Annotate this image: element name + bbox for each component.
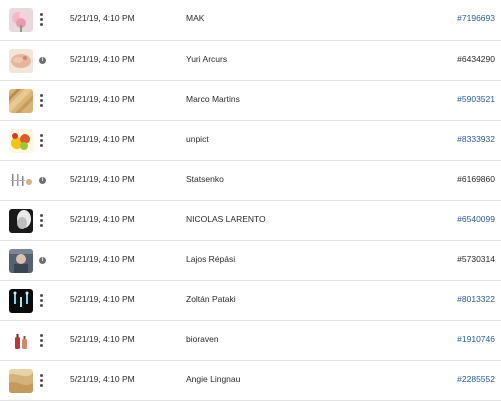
thumbnail-image <box>9 169 33 193</box>
more-options-icon[interactable] <box>39 133 45 149</box>
asset-thumbnail[interactable] <box>9 249 33 273</box>
asset-list: 5/21/19, 4:10 PM MAK #7196693 i 5/21/19,… <box>0 0 501 401</box>
license-date: 5/21/19, 4:10 PM <box>70 134 135 144</box>
asset-thumbnail[interactable] <box>9 209 33 233</box>
table-row[interactable]: 5/21/19, 4:10 PM NICOLAS LARENTO #654009… <box>0 201 501 241</box>
license-date: 5/21/19, 4:10 PM <box>70 13 135 23</box>
license-date: 5/21/19, 4:10 PM <box>70 94 135 104</box>
thumbnail-image <box>9 89 33 113</box>
asset-id: #6434290 <box>457 54 495 64</box>
asset-id-link[interactable]: #8013322 <box>457 294 495 304</box>
table-row[interactable]: i 5/21/19, 4:10 PM Lajos Répási #5730314 <box>0 241 501 281</box>
author-name: Yuri Arcurs <box>186 54 228 64</box>
asset-thumbnail[interactable] <box>9 169 33 193</box>
more-options-icon[interactable] <box>39 333 45 349</box>
info-icon[interactable]: i <box>39 57 46 64</box>
license-date: 5/21/19, 4:10 PM <box>70 334 135 344</box>
author-name: NICOLAS LARENTO <box>186 214 266 224</box>
asset-id-link[interactable]: #1910746 <box>457 334 495 344</box>
thumbnail-image <box>9 249 33 273</box>
license-date: 5/21/19, 4:10 PM <box>70 54 135 64</box>
info-icon[interactable]: i <box>39 257 46 264</box>
author-name: MAK <box>186 13 205 23</box>
license-date: 5/21/19, 4:10 PM <box>70 254 135 264</box>
asset-id-link[interactable]: #2285552 <box>457 374 495 384</box>
asset-id-link[interactable]: #6540099 <box>457 214 495 224</box>
asset-id: #6169860 <box>457 174 495 184</box>
table-row[interactable]: 5/21/19, 4:10 PM unpict #8333932 <box>0 121 501 161</box>
table-row[interactable]: 5/21/19, 4:10 PM MAK #7196693 <box>0 0 501 41</box>
more-options-icon[interactable] <box>39 373 45 389</box>
asset-thumbnail[interactable] <box>9 289 33 313</box>
table-row[interactable]: 5/21/19, 4:10 PM Angie Lingnau #2285552 <box>0 361 501 401</box>
more-options-icon[interactable] <box>39 12 45 28</box>
asset-thumbnail[interactable] <box>9 49 33 73</box>
asset-thumbnail[interactable] <box>9 129 33 153</box>
asset-thumbnail[interactable] <box>9 8 33 32</box>
asset-id-link[interactable]: #5903521 <box>457 94 495 104</box>
license-date: 5/21/19, 4:10 PM <box>70 294 135 304</box>
license-date: 5/21/19, 4:10 PM <box>70 374 135 384</box>
asset-id: #5730314 <box>457 254 495 264</box>
author-name: Zoltán Pataki <box>186 294 236 304</box>
author-name: Lajos Répási <box>186 254 236 264</box>
thumbnail-image <box>9 8 33 32</box>
author-name: Marco Martins <box>186 94 240 104</box>
thumbnail-image <box>9 49 33 73</box>
table-row[interactable]: i 5/21/19, 4:10 PM Statsenko #6169860 <box>0 161 501 201</box>
table-row[interactable]: 5/21/19, 4:10 PM bioraven #1910746 <box>0 321 501 361</box>
thumbnail-image <box>9 369 33 393</box>
asset-thumbnail[interactable] <box>9 329 33 353</box>
thumbnail-image <box>9 209 33 233</box>
asset-id-link[interactable]: #8333932 <box>457 134 495 144</box>
author-name: Angie Lingnau <box>186 374 241 384</box>
license-date: 5/21/19, 4:10 PM <box>70 174 135 184</box>
more-options-icon[interactable] <box>39 213 45 229</box>
more-options-icon[interactable] <box>39 93 45 109</box>
asset-thumbnail[interactable] <box>9 369 33 393</box>
thumbnail-image <box>9 289 33 313</box>
license-date: 5/21/19, 4:10 PM <box>70 214 135 224</box>
author-name: Statsenko <box>186 174 224 184</box>
asset-thumbnail[interactable] <box>9 89 33 113</box>
table-row[interactable]: 5/21/19, 4:10 PM Marco Martins #5903521 <box>0 81 501 121</box>
author-name: bioraven <box>186 334 219 344</box>
more-options-icon[interactable] <box>39 293 45 309</box>
info-icon[interactable]: i <box>39 177 46 184</box>
table-row[interactable]: 5/21/19, 4:10 PM Zoltán Pataki #8013322 <box>0 281 501 321</box>
author-name: unpict <box>186 134 209 144</box>
asset-id-link[interactable]: #7196693 <box>457 13 495 23</box>
thumbnail-image <box>9 329 33 353</box>
thumbnail-image <box>9 129 33 153</box>
table-row[interactable]: i 5/21/19, 4:10 PM Yuri Arcurs #6434290 <box>0 41 501 81</box>
